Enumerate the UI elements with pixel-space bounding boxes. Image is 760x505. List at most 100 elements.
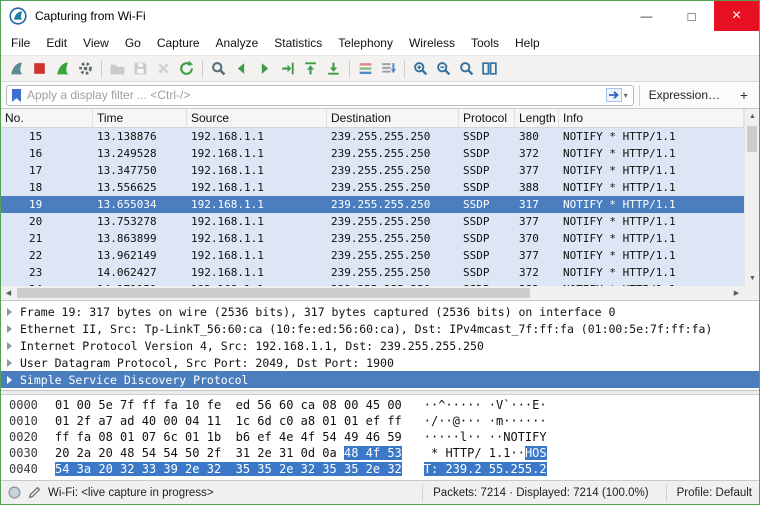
- menu-analyze[interactable]: Analyze: [208, 33, 267, 53]
- hex-row-0010[interactable]: 001001 2f a7 ad 40 00 04 11 1c 6d c0 a8 …: [9, 414, 759, 430]
- cell-protocol: SSDP: [459, 249, 515, 262]
- scroll-down-icon[interactable]: ▼: [745, 271, 760, 286]
- detail-row-3[interactable]: User Datagram Protocol, Src Port: 2049, …: [1, 354, 759, 371]
- column-header-length[interactable]: Length: [515, 109, 559, 127]
- menu-go[interactable]: Go: [117, 33, 149, 53]
- packet-row-20[interactable]: 2013.753278192.168.1.1239.255.255.250SSD…: [1, 213, 744, 230]
- restart-capture-button[interactable]: [51, 57, 74, 80]
- packet-list-pane: No.TimeSourceDestinationProtocolLengthIn…: [1, 109, 759, 286]
- column-header-destination[interactable]: Destination: [327, 109, 459, 127]
- scroll-up-icon[interactable]: ▲: [745, 109, 760, 124]
- apply-arrow-icon: [606, 88, 622, 102]
- display-filter-input[interactable]: [27, 88, 602, 102]
- cell-no: 20: [1, 215, 93, 228]
- detail-row-4[interactable]: Simple Service Discovery Protocol: [1, 371, 759, 388]
- packet-row-21[interactable]: 2113.863899192.168.1.1239.255.255.250SSD…: [1, 230, 744, 247]
- expression-button[interactable]: Expression…: [639, 85, 729, 106]
- column-header-no[interactable]: No.: [1, 109, 93, 127]
- vscroll-thumb[interactable]: [747, 126, 757, 152]
- column-header-source[interactable]: Source: [187, 109, 327, 127]
- hex-row-0040[interactable]: 004054 3a 20 32 33 39 2e 32 35 35 2e 32 …: [9, 462, 759, 478]
- go-to-packet-button[interactable]: [276, 57, 299, 80]
- expert-info-icon[interactable]: [8, 486, 21, 499]
- hex-bytes: 01 00 5e 7f ff fa 10 fe ed 56 60 ca 08 0…: [55, 398, 402, 414]
- resize-columns-button[interactable]: [478, 57, 501, 80]
- add-filter-button[interactable]: +: [734, 85, 754, 106]
- auto-scroll-button[interactable]: [377, 57, 400, 80]
- detail-text: Frame 19: 317 bytes on wire (2536 bits),…: [20, 305, 615, 319]
- bookmark-icon[interactable]: [10, 88, 23, 103]
- hex-row-0000[interactable]: 000001 00 5e 7f ff fa 10 fe ed 56 60 ca …: [9, 398, 759, 414]
- maximize-button[interactable]: □: [669, 1, 714, 31]
- vscroll-track[interactable]: [745, 124, 759, 271]
- menu-file[interactable]: File: [3, 33, 38, 53]
- packet-row-15[interactable]: 1513.138876192.168.1.1239.255.255.250SSD…: [1, 128, 744, 145]
- packet-row-17[interactable]: 1713.347750192.168.1.1239.255.255.250SSD…: [1, 162, 744, 179]
- stop-capture-button[interactable]: [28, 57, 51, 80]
- detail-row-1[interactable]: Ethernet II, Src: Tp-LinkT_56:60:ca (10:…: [1, 320, 759, 337]
- scroll-left-icon[interactable]: ◀: [1, 286, 16, 301]
- detail-row-2[interactable]: Internet Protocol Version 4, Src: 192.16…: [1, 337, 759, 354]
- main-toolbar: [1, 55, 759, 82]
- packet-row-23[interactable]: 2314.062427192.168.1.1239.255.255.250SSD…: [1, 264, 744, 281]
- hex-ascii: ·/··@··· ·m······: [424, 414, 547, 430]
- minimize-button[interactable]: —: [624, 1, 669, 31]
- capture-comment-icon[interactable]: [28, 486, 41, 499]
- go-first-packet-button[interactable]: [299, 57, 322, 80]
- expand-arrow-icon[interactable]: [7, 359, 12, 367]
- detail-row-0[interactable]: Frame 19: 317 bytes on wire (2536 bits),…: [1, 303, 759, 320]
- menu-edit[interactable]: Edit: [38, 33, 75, 53]
- horizontal-scrollbar[interactable]: ◀ ▶: [1, 286, 759, 301]
- column-header-protocol[interactable]: Protocol: [459, 109, 515, 127]
- zoom-original-button[interactable]: [455, 57, 478, 80]
- menu-capture[interactable]: Capture: [149, 33, 208, 53]
- capture-options-button[interactable]: [74, 57, 97, 80]
- expand-arrow-icon[interactable]: [7, 342, 12, 350]
- packet-row-22[interactable]: 2213.962149192.168.1.1239.255.255.250SSD…: [1, 247, 744, 264]
- expand-arrow-icon[interactable]: [7, 308, 12, 316]
- filter-dropdown-caret-icon: ▾: [624, 91, 628, 100]
- menu-statistics[interactable]: Statistics: [266, 33, 330, 53]
- close-button[interactable]: ×: [714, 1, 759, 31]
- reload-file-button[interactable]: [175, 57, 198, 80]
- cell-destination: 239.255.255.250: [327, 130, 459, 143]
- go-first-packet-icon: [302, 60, 319, 77]
- hscroll-track[interactable]: [16, 286, 729, 300]
- hex-row-0020[interactable]: 0020ff fa 08 01 07 6c 01 1b b6 ef 4e 4f …: [9, 430, 759, 446]
- profile-button[interactable]: Profile: Default: [666, 485, 752, 501]
- apply-filter-button[interactable]: ▾: [606, 88, 630, 102]
- go-back-button[interactable]: [230, 57, 253, 80]
- packet-row-16[interactable]: 1613.249528192.168.1.1239.255.255.250SSD…: [1, 145, 744, 162]
- colorize-packets-button[interactable]: [354, 57, 377, 80]
- cell-destination: 239.255.255.250: [327, 249, 459, 262]
- zoom-in-button[interactable]: [409, 57, 432, 80]
- menu-telephony[interactable]: Telephony: [330, 33, 401, 53]
- column-header-time[interactable]: Time: [93, 109, 187, 127]
- menu-view[interactable]: View: [75, 33, 117, 53]
- menu-tools[interactable]: Tools: [463, 33, 507, 53]
- menu-help[interactable]: Help: [507, 33, 548, 53]
- cell-protocol: SSDP: [459, 198, 515, 211]
- cell-info: NOTIFY * HTTP/1.1: [559, 198, 744, 211]
- hscroll-thumb[interactable]: [17, 288, 530, 298]
- packet-row-19[interactable]: 1913.655034192.168.1.1239.255.255.250SSD…: [1, 196, 744, 213]
- cell-no: 23: [1, 266, 93, 279]
- column-header-info[interactable]: Info: [559, 109, 744, 127]
- menu-wireless[interactable]: Wireless: [401, 33, 463, 53]
- cell-info: NOTIFY * HTTP/1.1: [559, 249, 744, 262]
- vertical-scrollbar[interactable]: ▲ ▼: [744, 109, 759, 286]
- zoom-out-button[interactable]: [432, 57, 455, 80]
- expand-arrow-icon[interactable]: [7, 376, 12, 384]
- cell-destination: 239.255.255.250: [327, 266, 459, 279]
- packet-row-18[interactable]: 1813.556625192.168.1.1239.255.255.250SSD…: [1, 179, 744, 196]
- cell-destination: 239.255.255.250: [327, 164, 459, 177]
- wireshark-logo-icon: [9, 7, 27, 25]
- scroll-right-icon[interactable]: ▶: [729, 286, 744, 301]
- go-last-packet-button[interactable]: [322, 57, 345, 80]
- hex-row-0030[interactable]: 003020 2a 20 48 54 54 50 2f 31 2e 31 0d …: [9, 446, 759, 462]
- find-packet-button[interactable]: [207, 57, 230, 80]
- start-capture-button[interactable]: [5, 57, 28, 80]
- expand-arrow-icon[interactable]: [7, 325, 12, 333]
- go-forward-button[interactable]: [253, 57, 276, 80]
- hex-bytes: 54 3a 20 32 33 39 2e 32 35 35 2e 32 35 3…: [55, 462, 402, 478]
